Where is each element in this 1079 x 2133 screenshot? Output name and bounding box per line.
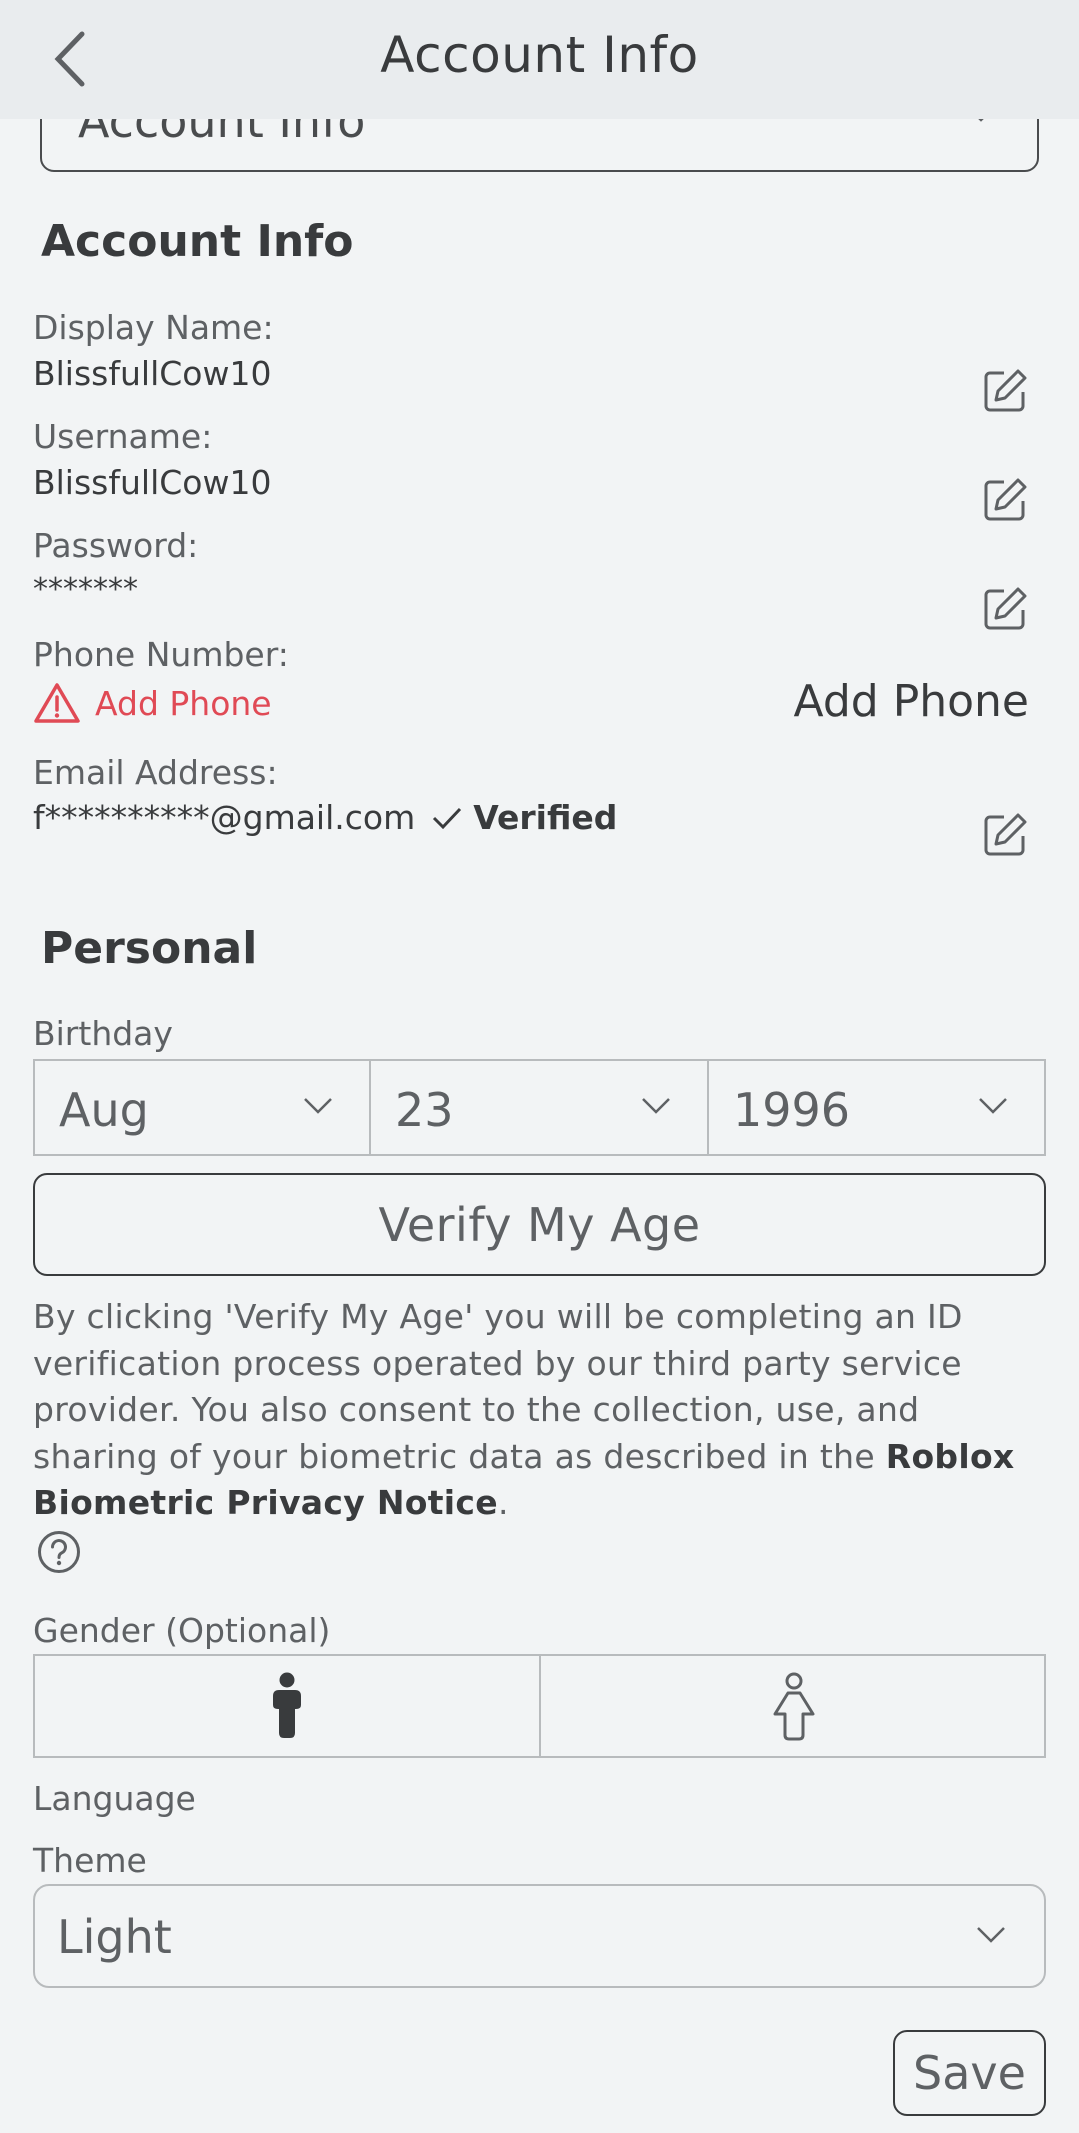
birthday-year-select[interactable]: 1996 <box>707 1059 1046 1156</box>
verify-my-age-button[interactable]: Verify My Age <box>33 1173 1046 1276</box>
personal-heading: Personal <box>41 923 258 974</box>
email-verified-badge: Verified <box>473 798 618 837</box>
birthday-year-value: 1996 <box>733 1083 851 1137</box>
edit-username-icon[interactable] <box>982 477 1028 523</box>
theme-value: Light <box>57 1910 172 1964</box>
chevron-down-icon <box>979 1098 1007 1114</box>
gender-female-option[interactable] <box>539 1654 1046 1758</box>
username-value: BlissfullCow10 <box>33 463 272 502</box>
chevron-down-icon <box>977 1927 1005 1943</box>
birthday-month-select[interactable]: Aug <box>33 1059 371 1156</box>
disclaimer-end: . <box>497 1483 509 1522</box>
age-verification-disclaimer: By clicking 'Verify My Age' you will be … <box>33 1294 1053 1527</box>
phone-number-label: Phone Number: <box>33 635 289 674</box>
phone-warning: Add Phone <box>33 682 272 724</box>
birthday-label: Birthday <box>33 1014 173 1053</box>
gender-male-option[interactable] <box>33 1654 541 1758</box>
display-name-value: BlissfullCow10 <box>33 354 272 393</box>
help-icon[interactable] <box>37 1530 81 1574</box>
username-label: Username: <box>33 417 213 456</box>
email-value: f**********@gmail.com <box>33 798 416 837</box>
warning-icon <box>34 683 80 723</box>
birthday-day-select[interactable]: 23 <box>369 1059 709 1156</box>
password-value: ******* <box>33 572 138 607</box>
add-phone-button[interactable]: Add Phone <box>794 676 1029 727</box>
female-icon <box>773 1672 815 1741</box>
page-title: Account Info <box>380 26 699 84</box>
birthday-month-value: Aug <box>59 1083 149 1137</box>
language-label: Language <box>33 1779 196 1818</box>
header-bar: Account Info <box>0 0 1079 119</box>
password-label: Password: <box>33 526 199 565</box>
edit-password-icon[interactable] <box>982 586 1028 632</box>
male-icon <box>273 1672 301 1738</box>
edit-display-name-icon[interactable] <box>982 368 1028 414</box>
account-info-heading: Account Info <box>41 216 354 267</box>
chevron-down-icon <box>304 1098 332 1114</box>
checkmark-icon <box>433 807 462 829</box>
gender-label: Gender (Optional) <box>33 1611 331 1650</box>
theme-label: Theme <box>33 1841 147 1880</box>
phone-warning-label: Add Phone <box>95 683 272 723</box>
email-row: f**********@gmail.com Verified <box>33 798 617 837</box>
birthday-day-value: 23 <box>395 1083 454 1137</box>
display-name-label: Display Name: <box>33 308 274 347</box>
chevron-down-icon <box>642 1098 670 1114</box>
edit-email-icon[interactable] <box>982 812 1028 858</box>
save-button[interactable]: Save <box>893 2030 1046 2116</box>
disclaimer-text: By clicking 'Verify My Age' you will be … <box>33 1297 963 1476</box>
theme-select[interactable]: Light <box>33 1884 1046 1988</box>
email-address-label: Email Address: <box>33 753 278 792</box>
